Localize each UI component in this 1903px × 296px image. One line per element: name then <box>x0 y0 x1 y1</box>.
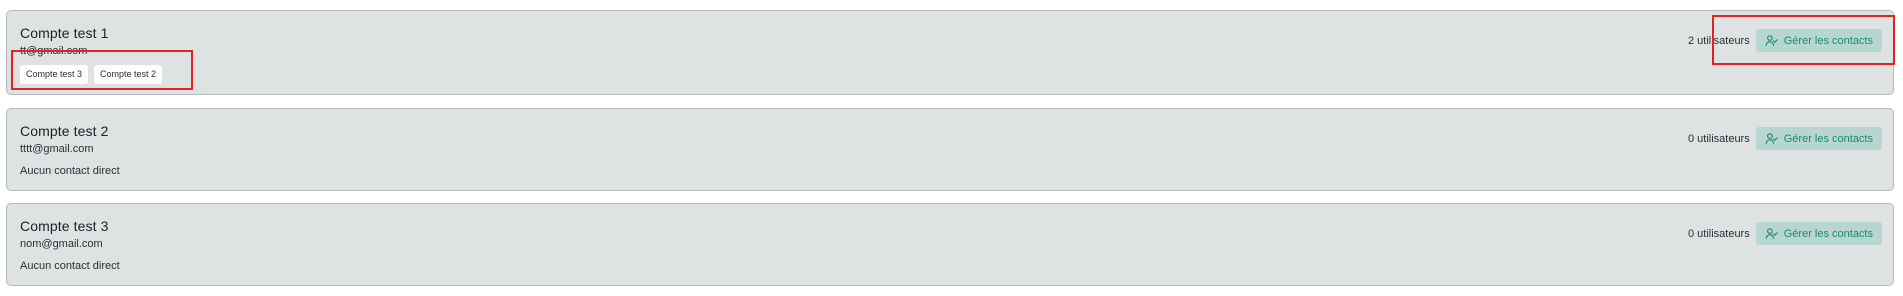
user-count: 0 utilisateurs <box>1687 227 1750 240</box>
account-card: Compte test 3 nom@gmail.com Aucun contac… <box>6 203 1894 286</box>
manage-contacts-label: Gérer les contacts <box>1783 132 1873 145</box>
account-actions: 0 utilisateurs Gérer les contacts <box>1688 222 1882 245</box>
user-check-icon <box>1765 227 1778 240</box>
user-count: 2 utilisateurs <box>1687 34 1750 47</box>
account-name: Compte test 2 <box>20 123 109 139</box>
account-name: Compte test 3 <box>20 218 109 234</box>
account-actions: 2 utilisateurs Gérer les contacts <box>1688 29 1882 52</box>
contact-chips: Compte test 3 Compte test 2 <box>20 65 163 84</box>
manage-contacts-button[interactable]: Gérer les contacts <box>1755 29 1882 52</box>
contact-chip[interactable]: Compte test 2 <box>94 65 163 84</box>
account-email: nom@gmail.com <box>20 238 103 250</box>
manage-contacts-label: Gérer les contacts <box>1783 34 1873 47</box>
account-card: Compte test 2 tttt@gmail.com Aucun conta… <box>6 108 1894 191</box>
no-contact-text: Aucun contact direct <box>20 260 120 272</box>
user-check-icon <box>1765 34 1778 47</box>
account-name: Compte test 1 <box>20 25 109 41</box>
account-actions: 0 utilisateurs Gérer les contacts <box>1688 127 1882 150</box>
manage-contacts-button[interactable]: Gérer les contacts <box>1755 222 1882 245</box>
user-count: 0 utilisateurs <box>1687 132 1750 145</box>
account-email: tttt@gmail.com <box>20 143 94 155</box>
account-email: tt@gmail.com <box>20 45 88 57</box>
manage-contacts-button[interactable]: Gérer les contacts <box>1755 127 1882 150</box>
contact-chip[interactable]: Compte test 3 <box>20 65 89 84</box>
manage-contacts-label: Gérer les contacts <box>1783 227 1873 240</box>
account-list: Compte test 1 tt@gmail.com Compte test 3… <box>0 0 1903 296</box>
no-contact-text: Aucun contact direct <box>20 165 120 177</box>
account-card: Compte test 1 tt@gmail.com Compte test 3… <box>6 10 1894 95</box>
user-check-icon <box>1765 132 1778 145</box>
